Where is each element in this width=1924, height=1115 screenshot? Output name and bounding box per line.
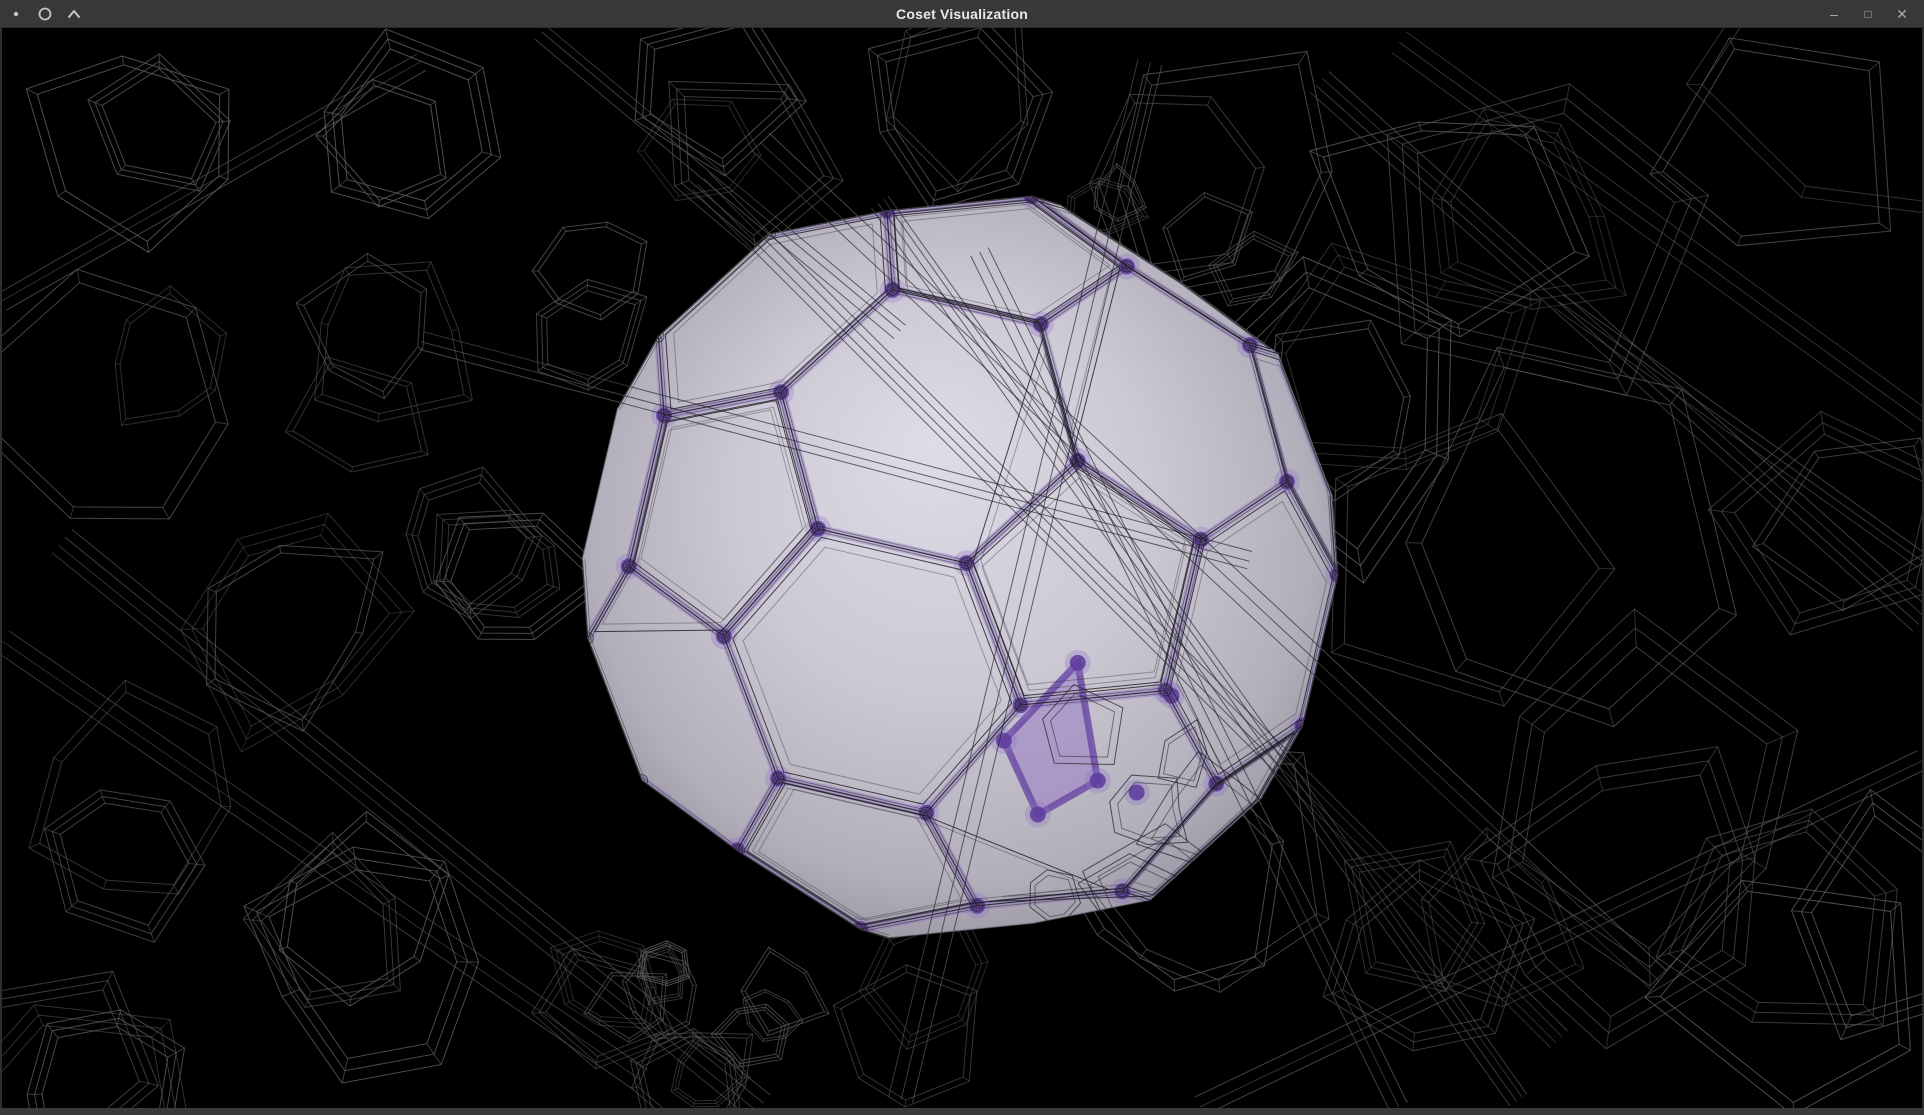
titlebar-left-icons: [0, 6, 82, 22]
window-title: Coset Visualization: [0, 6, 1924, 22]
app-window: Coset Visualization – □ ✕: [0, 0, 1924, 1114]
chevron-up-icon[interactable]: [66, 6, 82, 22]
coset-scene-canvas[interactable]: [2, 28, 1922, 1108]
dot-icon[interactable]: [8, 6, 24, 22]
close-button[interactable]: ✕: [1890, 3, 1914, 25]
viewport-3d[interactable]: [0, 28, 1924, 1108]
titlebar[interactable]: Coset Visualization – □ ✕: [0, 0, 1924, 28]
window-controls: – □ ✕: [1822, 3, 1924, 25]
maximize-button[interactable]: □: [1856, 3, 1880, 25]
circle-icon[interactable]: [37, 6, 53, 22]
minimize-button[interactable]: –: [1822, 3, 1846, 25]
